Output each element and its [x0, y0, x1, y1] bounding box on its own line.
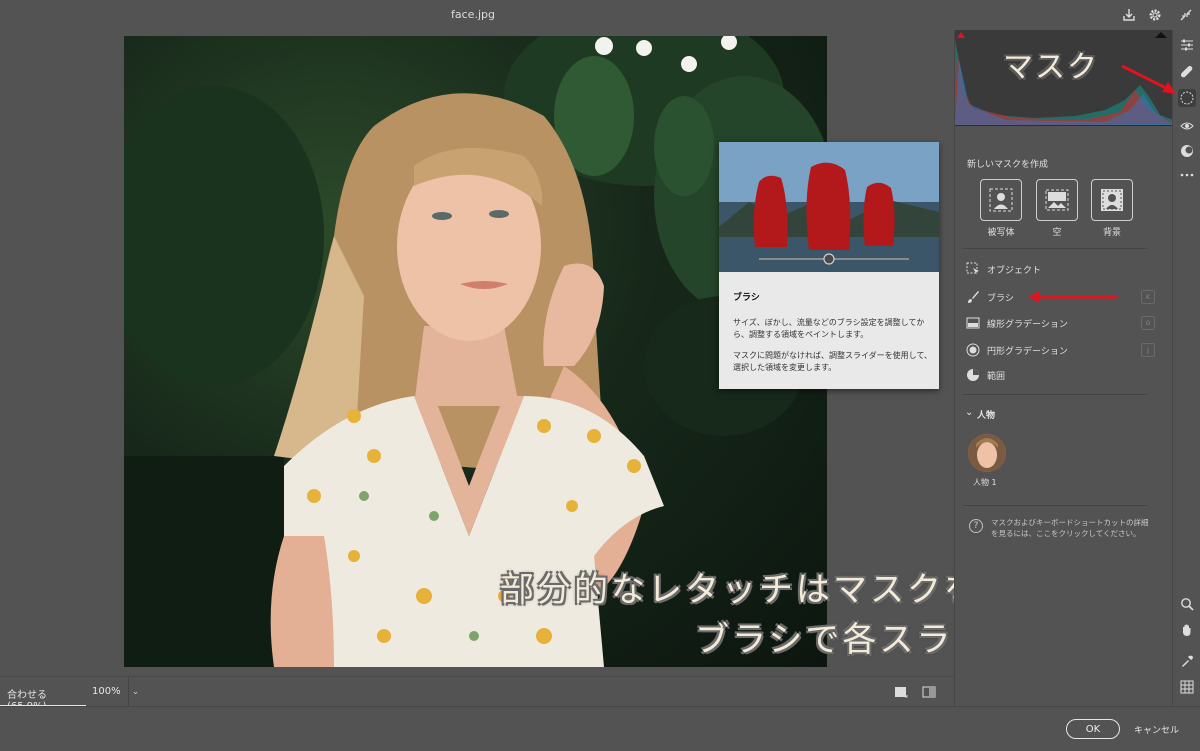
download-icon[interactable] [1119, 5, 1139, 25]
presets-icon[interactable] [1178, 142, 1196, 160]
mask-icon[interactable] [1178, 89, 1196, 107]
grid-icon[interactable] [1178, 678, 1196, 696]
sky-mask-button[interactable] [1036, 179, 1078, 221]
adjust-sliders-icon[interactable] [1178, 36, 1196, 54]
range-icon [965, 367, 981, 383]
new-mask-heading: 新しいマスクを作成 [967, 160, 1049, 170]
brush-shortcut-key: K [1141, 290, 1155, 304]
radial-gradient-icon [965, 342, 981, 358]
radial-gradient-tool-row[interactable]: 円形グラデーション J [965, 341, 1155, 359]
compare-view-icon[interactable] [921, 684, 937, 700]
tooltip-preview-image [719, 142, 939, 272]
divider [963, 394, 1147, 395]
healing-icon[interactable] [1178, 63, 1196, 81]
brush-tooltip-card: ブラシ サイズ、ぼかし、流量などのブラシ設定を調整してから、調整する領域をペイン… [719, 142, 939, 389]
radial-gradient-shortcut-key: J [1141, 343, 1155, 357]
brush-tool-row[interactable]: ブラシ K [965, 288, 1155, 306]
histogram-annotation: マスク [1003, 50, 1099, 85]
help-icon[interactable]: ? [969, 519, 983, 533]
person-1-thumbnail[interactable] [968, 434, 1006, 472]
divider [963, 248, 1147, 249]
chevron-down-icon[interactable]: ⌄ [965, 407, 973, 418]
title-bar: face.jpg [0, 0, 1200, 30]
tooltip-title: ブラシ [733, 293, 760, 303]
gear-icon[interactable] [1145, 5, 1165, 25]
zoom-icon[interactable] [1178, 595, 1196, 613]
dialog-footer: OK キャンセル [0, 706, 1200, 751]
brush-icon [965, 289, 981, 305]
subject-mask-label: 被写体 [987, 228, 1015, 238]
ok-button[interactable]: OK [1066, 719, 1120, 739]
person-1-label: 人物 1 [973, 478, 997, 487]
file-title: face.jpg [451, 8, 495, 21]
zoom-dropdown-icon[interactable]: ⌄ [128, 677, 142, 707]
photo-editor-app: face.jpg ブラシ サイズ、ぼかし、流量などのブラシ設定を調整してから、調… [0, 0, 1200, 751]
cancel-button[interactable]: キャンセル [1134, 723, 1179, 736]
single-view-icon[interactable] [893, 684, 909, 700]
help-link-text[interactable]: マスクおよびキーボードショートカットの詳細を見るには、ここをクリックしてください… [991, 517, 1151, 539]
zoom-bar: 合わせる (65.9%) 100% ⌄ [0, 676, 954, 712]
eyedropper-icon[interactable] [1178, 652, 1196, 670]
more-icon[interactable] [1178, 166, 1196, 184]
subject-mask-button[interactable] [980, 179, 1022, 221]
divider [963, 505, 1147, 506]
tool-strip [1172, 30, 1200, 706]
linear-gradient-icon [965, 315, 981, 331]
linear-gradient-tool-row[interactable]: 線形グラデーション G [965, 314, 1155, 332]
sky-icon [1045, 189, 1069, 211]
masking-panel: マスク 新しいマスクを作成 被写体 空 背景 オブジェクト ブラシ K 線形グラ… [954, 30, 1173, 706]
object-tool-row[interactable]: オブジェクト [965, 260, 1155, 278]
linear-gradient-shortcut-key: G [1141, 316, 1155, 330]
people-section-heading[interactable]: 人物 [977, 408, 995, 421]
collapse-icon[interactable] [1176, 5, 1196, 25]
zoom-fit-button[interactable]: 合わせる (65.9%) [0, 677, 86, 712]
tooltip-paragraph-1: サイズ、ぼかし、流量などのブラシ設定を調整してから、調整する領域をペイントします… [733, 318, 925, 339]
background-mask-label: 背景 [1102, 228, 1121, 238]
subject-icon [989, 188, 1013, 212]
sky-mask-label: 空 [1052, 228, 1062, 238]
redeye-icon[interactable] [1178, 117, 1196, 135]
range-tool-row[interactable]: 範囲 [965, 366, 1155, 384]
hand-icon[interactable] [1178, 621, 1196, 639]
zoom-100-button[interactable]: 100% [92, 686, 121, 697]
background-mask-button[interactable] [1091, 179, 1133, 221]
histogram: マスク [955, 30, 1173, 126]
background-icon [1101, 189, 1123, 211]
object-select-icon [965, 261, 981, 277]
tooltip-paragraph-2: マスクに問題がなければ、調整スライダーを使用して、選択した領域を変更します。 [733, 351, 933, 372]
